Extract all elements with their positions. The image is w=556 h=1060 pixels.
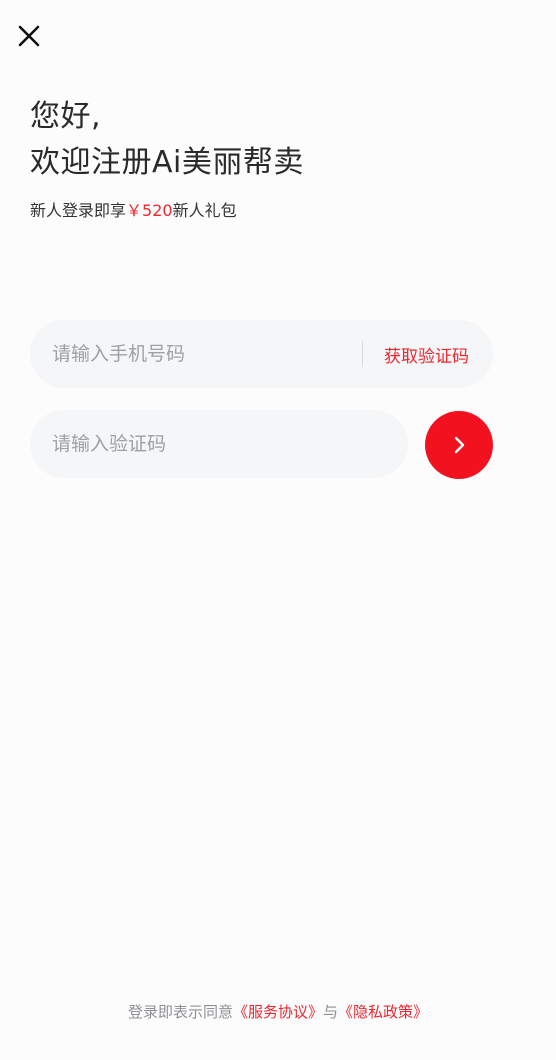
service-agreement-link[interactable]: 《服务协议》 <box>233 1003 323 1021</box>
phone-input[interactable] <box>52 343 362 365</box>
phone-field: 获取验证码 <box>30 320 493 388</box>
agreement-connector: 与 <box>323 1003 339 1021</box>
agreement-prefix: 登录即表示同意 <box>127 1003 233 1021</box>
greeting-line-welcome: 欢迎注册Ai美丽帮卖 <box>30 145 304 180</box>
get-code-button[interactable]: 获取验证码 <box>384 342 469 367</box>
agreement-notice: 登录即表示同意《服务协议》与《隐私政策》 <box>0 1000 556 1024</box>
promo-amount: ￥520 <box>126 201 173 220</box>
field-divider <box>362 341 363 367</box>
new-user-promo: 新人登录即享￥520新人礼包 <box>30 199 237 223</box>
promo-prefix: 新人登录即享 <box>30 201 127 220</box>
verification-code-input[interactable] <box>52 433 386 455</box>
welcome-heading: 您好, 欢迎注册Ai美丽帮卖 <box>30 94 304 186</box>
close-button[interactable] <box>14 21 44 51</box>
greeting-line-hello: 您好, <box>30 99 102 134</box>
promo-suffix: 新人礼包 <box>172 201 237 220</box>
verification-code-field <box>30 410 408 478</box>
submit-button[interactable] <box>425 411 493 479</box>
privacy-policy-link[interactable]: 《隐私政策》 <box>338 1003 428 1021</box>
close-icon <box>18 25 40 47</box>
chevron-right-icon <box>454 436 465 454</box>
